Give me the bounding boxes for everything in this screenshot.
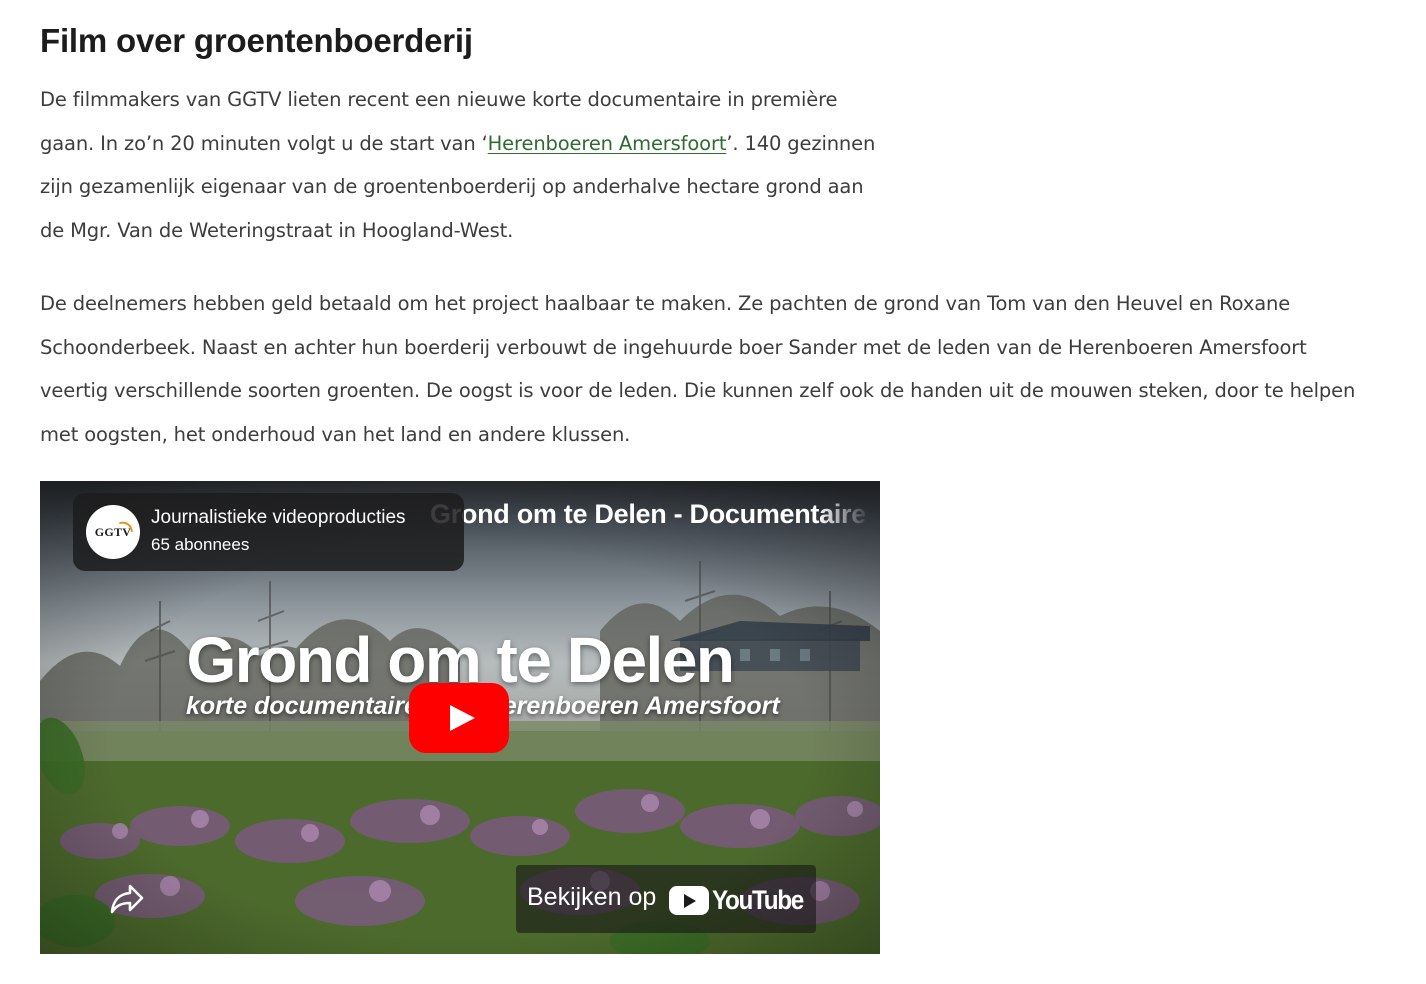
channel-name[interactable]: Journalistieke videoproducties [151,507,406,529]
share-button[interactable] [106,879,146,919]
participants-paragraph: De deelnemers hebben geld betaald om het… [40,292,1356,446]
youtube-play-logo-icon [669,886,709,915]
video-title[interactable]: Grond om te Delen - Documentaire Herenbo… [430,499,870,530]
channel-info-overlay[interactable]: GGTV Journalistieke videoproducties 65 a… [73,493,464,571]
share-icon [110,884,144,914]
play-icon [450,705,475,731]
logo-swoosh-icon [119,520,133,534]
article-heading: Film over groentenboerderij [40,22,473,59]
subscriber-count: 65 abonnees [151,535,250,554]
watch-on-label: Bekijken op [527,883,657,911]
youtube-embed[interactable]: Grond om te Delen - Documentaire Herenbo… [40,481,880,954]
channel-avatar[interactable]: GGTV [86,505,140,559]
article: Film over groentenboerderij De filmmaker… [40,18,1380,456]
herenboeren-amersfoort-link[interactable]: Herenboeren Amersfoort [488,132,727,155]
watch-on-youtube-button[interactable]: Bekijken op YouTube [516,865,816,933]
play-button[interactable] [409,683,509,753]
intro-paragraph: De filmmakers van GGTV lieten recent een… [40,78,890,252]
youtube-wordmark: YouTube [712,885,804,915]
youtube-logo: YouTube [669,885,813,916]
